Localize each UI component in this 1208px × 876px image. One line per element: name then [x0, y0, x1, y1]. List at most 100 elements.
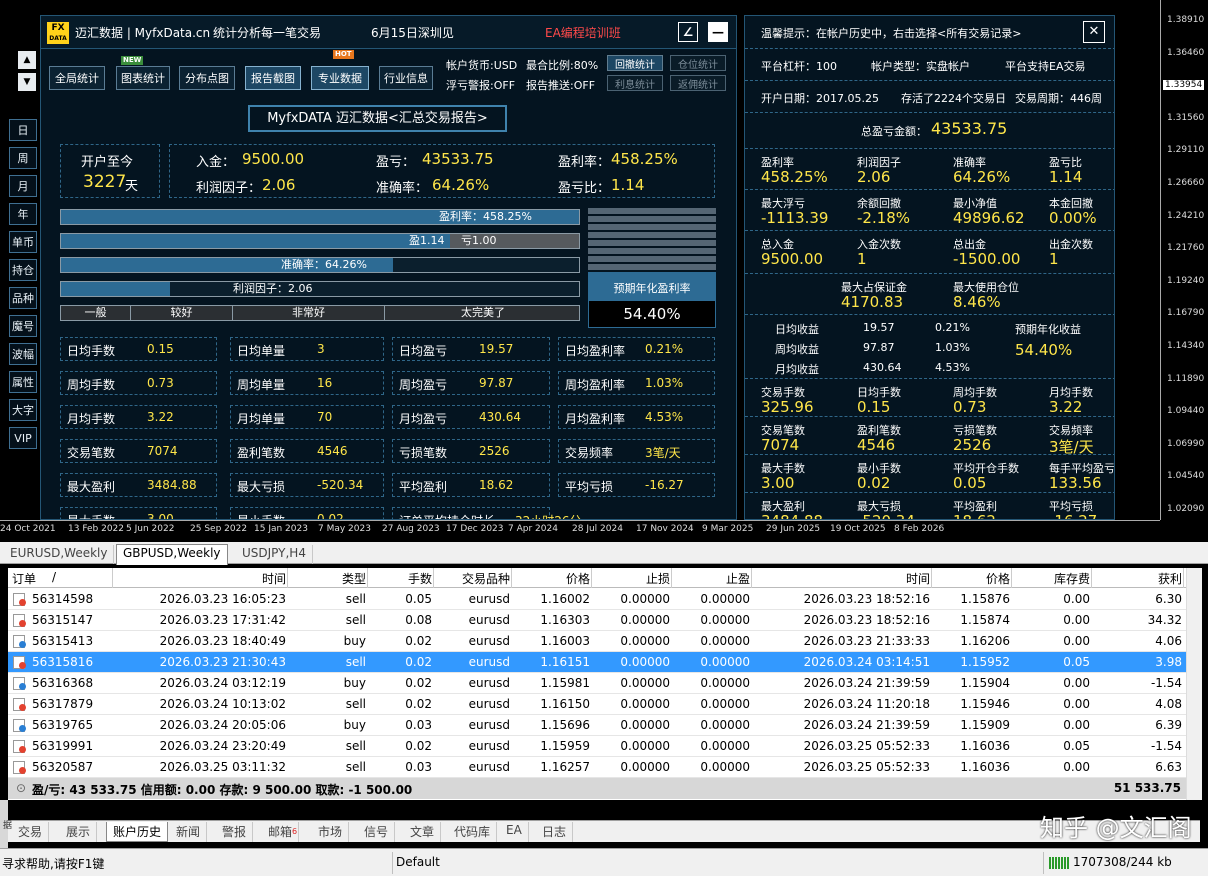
- chart-tab[interactable]: EURUSD,Weekly: [4, 545, 115, 564]
- metric-value: -520.34: [857, 512, 915, 519]
- metric-value: 0.02: [857, 474, 891, 492]
- side-button[interactable]: 持仓: [9, 259, 37, 281]
- price-tick: 1.16790: [1167, 308, 1205, 319]
- table-row[interactable]: 56317879 2026.03.24 10:13:02 sell 0.02 eurus…: [8, 694, 1186, 715]
- side-button[interactable]: 属性: [9, 371, 37, 393]
- terminal-tab[interactable]: EA: [500, 822, 529, 842]
- column-header[interactable]: 时间: [262, 570, 286, 587]
- days-alive: 存活了2224个交易日: [901, 92, 1006, 105]
- event-notice[interactable]: 6月15日深圳见: [371, 24, 454, 41]
- table-scrollbar[interactable]: [1186, 568, 1202, 800]
- table-row[interactable]: 56315413 2026.03.23 18:40:49 buy 0.02 eurusd…: [8, 631, 1186, 652]
- side-button[interactable]: 周: [9, 147, 37, 169]
- column-header[interactable]: 价格: [986, 570, 1010, 587]
- side-button[interactable]: 大字: [9, 399, 37, 421]
- stat-cell: 订单平均持仓时长 32小时26分: [392, 507, 582, 519]
- side-button[interactable]: 品种: [9, 287, 37, 309]
- profile-name[interactable]: Default: [396, 855, 440, 869]
- pl-ratio-label: 盈亏比：: [558, 181, 611, 196]
- nav-chart-stats[interactable]: 图表统计: [116, 66, 170, 90]
- side-button[interactable]: 魔号: [9, 315, 37, 337]
- report-push[interactable]: 报告推送:OFF: [526, 77, 595, 93]
- table-cell: 2026.03.23 18:40:49: [159, 634, 286, 648]
- column-header[interactable]: 订单: [12, 570, 36, 587]
- column-header[interactable]: 止损: [646, 570, 670, 587]
- column-header[interactable]: 价格: [566, 570, 590, 587]
- stat-cell: 交易笔数 7074: [60, 439, 217, 463]
- side-button[interactable]: 年: [9, 203, 37, 225]
- nav-pro-data[interactable]: 专业数据: [311, 66, 369, 90]
- training-link[interactable]: EA编程培训班: [545, 24, 621, 41]
- minimize-icon[interactable]: —: [708, 22, 728, 42]
- summary-report-panel: FX DATA 迈汇数据 | MyfxData.cn 统计分析每一笔交易 6月15…: [40, 15, 737, 520]
- float-loss-alert[interactable]: 浮亏警报:OFF: [446, 77, 515, 93]
- table-row[interactable]: 56320587 2026.03.25 03:11:32 sell 0.03 eurus…: [8, 757, 1186, 778]
- edit-icon[interactable]: ∠: [678, 22, 698, 42]
- table-cell: 0.00000: [700, 676, 750, 690]
- table-row[interactable]: 56319991 2026.03.24 23:20:49 sell 0.02 eurus…: [8, 736, 1186, 757]
- terminal-tab[interactable]: 警报: [216, 822, 254, 842]
- table-row[interactable]: 56319765 2026.03.24 20:05:06 buy 0.03 eurusd…: [8, 715, 1186, 736]
- metric-value: 325.96: [761, 398, 814, 416]
- income-amount: 430.64: [863, 361, 902, 374]
- column-header[interactable]: 库存费: [1054, 570, 1090, 587]
- terminal-tab[interactable]: 日志: [536, 822, 574, 842]
- column-header[interactable]: 类型: [342, 570, 366, 587]
- rebate-stats-button[interactable]: 返佣统计: [670, 75, 726, 91]
- table-cell: 0.00: [1063, 760, 1090, 774]
- chart-tab[interactable]: USDJPY,H4: [236, 545, 313, 564]
- scroll-down-arrow-icon[interactable]: ▼: [18, 73, 36, 91]
- table-cell: sell: [345, 739, 366, 753]
- table-cell: 1.15876: [960, 592, 1010, 606]
- terminal-tab[interactable]: 新闻: [170, 822, 208, 842]
- terminal-tab[interactable]: 信号: [358, 822, 396, 842]
- table-cell: 1.16257: [540, 760, 590, 774]
- annual-income-label: 预期年化收益: [1015, 323, 1081, 336]
- column-header[interactable]: 获利: [1158, 570, 1182, 587]
- table-cell: 6.63: [1155, 760, 1182, 774]
- side-button[interactable]: 月: [9, 175, 37, 197]
- close-icon[interactable]: ✕: [1083, 21, 1105, 43]
- table-row[interactable]: 56315147 2026.03.23 17:31:42 sell 0.08 eurus…: [8, 610, 1186, 631]
- time-tick: 13 Feb 2022: [68, 524, 125, 534]
- terminal-tab[interactable]: 市场: [312, 822, 350, 842]
- column-header[interactable]: 交易品种: [462, 570, 510, 587]
- price-tick: 1.11890: [1167, 373, 1205, 384]
- metric-group: 最大盈利3484.88最大亏损-520.34平均盈利18.62平均亏损-16.2…: [745, 493, 1114, 519]
- side-button[interactable]: 单币: [9, 231, 37, 253]
- terminal-tab[interactable]: 展示: [60, 822, 98, 842]
- scroll-up-arrow-icon[interactable]: ▲: [18, 51, 36, 69]
- column-header[interactable]: 手数: [408, 570, 432, 587]
- trade-cycle: 交易周期：446周: [1015, 92, 1102, 105]
- table-row[interactable]: 56315816 2026.03.23 21:30:43 sell 0.02 eurus…: [8, 652, 1186, 673]
- price-tick: 1.02090: [1167, 504, 1205, 514]
- terminal-tab[interactable]: 交易: [12, 822, 50, 842]
- column-header[interactable]: 止盈: [726, 570, 750, 587]
- table-cell: 0.00000: [620, 676, 670, 690]
- drawdown-stats-button[interactable]: 回撤统计: [607, 55, 663, 71]
- table-row[interactable]: 56314598 2026.03.23 16:05:23 sell 0.05 eurus…: [8, 589, 1186, 610]
- table-cell: 1.15952: [960, 655, 1010, 669]
- terminal-tab[interactable]: 账户历史: [106, 822, 169, 842]
- stat-cell: 周均单量 16: [230, 371, 384, 395]
- chart-tab[interactable]: GBPUSD,Weekly: [116, 544, 228, 565]
- terminal-tab[interactable]: 代码库: [448, 822, 498, 842]
- pl-ratio-value: 1.14: [611, 176, 645, 194]
- stat-value: 1.03%: [645, 376, 684, 390]
- nav-industry-info[interactable]: 行业信息: [379, 66, 433, 90]
- metric-group: 交易笔数 7074 盈利笔数 4546 亏损笔数 2526 交易频率 3笔/天: [745, 417, 1114, 456]
- table-row[interactable]: 56316368 2026.03.24 03:12:19 buy 0.02 eurusd…: [8, 673, 1186, 694]
- table-cell: 0.00000: [700, 634, 750, 648]
- side-button[interactable]: 波幅: [9, 343, 37, 365]
- terminal-window: 1.38910 1.36460 1.33954 1.31560 1.29110 1.266…: [0, 0, 1208, 876]
- side-button[interactable]: 日: [9, 119, 37, 141]
- side-button[interactable]: VIP: [9, 427, 37, 449]
- position-stats-button[interactable]: 仓位统计: [670, 55, 726, 71]
- column-header[interactable]: 时间: [906, 570, 930, 587]
- nav-distribution[interactable]: 分布点图: [179, 66, 235, 90]
- column-header[interactable]: /: [52, 570, 56, 584]
- terminal-tab[interactable]: 文章: [404, 822, 442, 842]
- nav-global-stats[interactable]: 全局统计: [49, 66, 105, 90]
- interest-stats-button[interactable]: 利息统计: [607, 75, 663, 91]
- nav-report-screenshot[interactable]: 报告截图: [245, 66, 301, 90]
